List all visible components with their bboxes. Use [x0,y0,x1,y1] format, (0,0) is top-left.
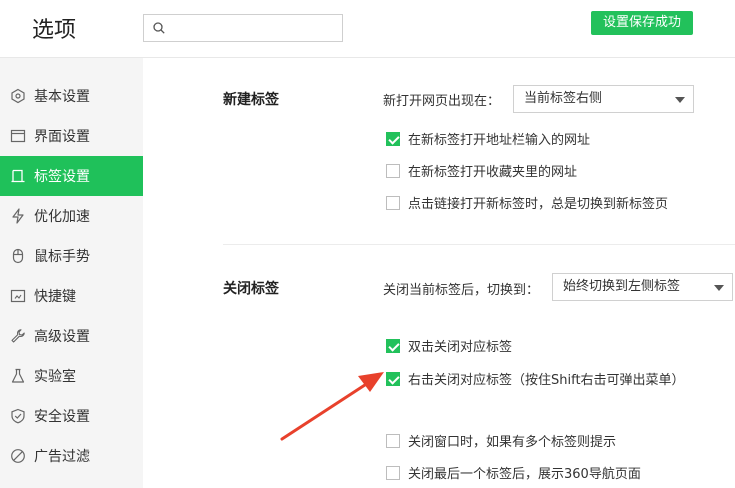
option-show-360-nav[interactable]: 关闭最后一个标签后，展示360导航页面 [386,463,641,482]
chevron-down-icon [714,285,724,291]
checkbox[interactable] [386,433,400,448]
section-title-new-tab: 新建标签 [223,92,279,108]
option-label: 双击关闭对应标签 [408,340,513,355]
checkbox[interactable] [386,163,400,178]
checkbox[interactable] [386,465,400,480]
sidebar-item-label: 优化加速 [34,209,90,225]
checkbox-checked[interactable] [386,338,400,353]
checkbox[interactable] [386,195,400,210]
sidebar-item-security[interactable]: 安全设置 [0,396,143,436]
header-bar: 选项 设置保存成功 [0,0,735,58]
shield-icon [0,408,34,424]
sidebar-item-label: 安全设置 [34,409,90,425]
lightning-icon [0,208,34,224]
sidebar-item-interface[interactable]: 界面设置 [0,116,143,156]
keyboard-icon [0,288,34,304]
option-label: 右击关闭对应标签（按住Shift右击可弹出菜单） [408,373,685,388]
page-title: 选项 [32,18,77,43]
sidebar-item-lab[interactable]: 实验室 [0,356,143,396]
window-icon [0,128,34,144]
sidebar-item-label: 标签设置 [34,169,90,185]
sidebar-item-ad-filter[interactable]: 广告过滤 [0,436,143,476]
tab-icon [0,168,34,184]
sidebar-item-label: 界面设置 [34,129,90,145]
chevron-down-icon [675,97,685,103]
sidebar-item-label: 广告过滤 [34,449,90,465]
settings-panel: 新建标签 新打开网页出现在： 当前标签右侧 在新标签打开地址栏输入的网址 在新标… [143,58,735,488]
search-icon [153,22,165,34]
search-input[interactable] [143,14,343,42]
option-label: 关闭最后一个标签后，展示360导航页面 [408,467,641,482]
sidebar-item-label: 基本设置 [34,89,90,105]
save-status-badge: 设置保存成功 [591,11,693,35]
block-icon [0,448,34,464]
after-close-label: 关闭当前标签后，切换到： [383,283,540,298]
mouse-icon [0,248,34,264]
option-label: 在新标签打开收藏夹里的网址 [408,165,578,180]
sidebar-item-label: 高级设置 [34,329,90,345]
option-open-favorites-new-tab[interactable]: 在新标签打开收藏夹里的网址 [386,161,577,180]
sidebar-item-basic[interactable]: 基本设置 [0,76,143,116]
sidebar-item-mouse-gesture[interactable]: 鼠标手势 [0,236,143,276]
sidebar-item-tabs[interactable]: 标签设置 [0,156,143,196]
option-right-click-close[interactable]: 右击关闭对应标签（按住Shift右击可弹出菜单） [386,369,685,388]
option-warn-multiple-tabs[interactable]: 关闭窗口时，如果有多个标签则提示 [386,431,616,450]
sidebar-item-advanced[interactable]: 高级设置 [0,316,143,356]
option-label: 点击链接打开新标签时，总是切换到新标签页 [408,197,669,212]
option-label: 关闭窗口时，如果有多个标签则提示 [408,435,617,450]
section-title-close-tab: 关闭标签 [223,281,279,297]
hexagon-icon [0,88,34,104]
select-value: 当前标签右侧 [524,91,603,106]
sidebar-item-label: 快捷键 [34,289,76,305]
sidebar-item-label: 实验室 [34,369,76,385]
sidebar-item-shortcuts[interactable]: 快捷键 [0,276,143,316]
wrench-icon [0,328,34,344]
sidebar: 基本设置 界面设置 标签设置 优化加速 鼠标手势 快捷键 高级设置 实验室 安全… [0,58,143,488]
checkbox-checked[interactable] [386,131,400,146]
flask-icon [0,368,34,384]
option-open-addressbar-new-tab[interactable]: 在新标签打开地址栏输入的网址 [386,129,590,148]
checkbox-checked[interactable] [386,371,400,386]
section-divider [223,244,735,245]
sidebar-item-label: 鼠标手势 [34,249,90,265]
sidebar-item-optimize[interactable]: 优化加速 [0,196,143,236]
open-position-select[interactable]: 当前标签右侧 [513,85,694,113]
option-double-click-close[interactable]: 双击关闭对应标签 [386,336,512,355]
open-position-label: 新打开网页出现在： [383,94,501,109]
option-switch-to-new-tab[interactable]: 点击链接打开新标签时，总是切换到新标签页 [386,193,668,212]
select-value: 始终切换到左侧标签 [563,279,681,294]
option-label: 在新标签打开地址栏输入的网址 [408,133,591,148]
after-close-select[interactable]: 始终切换到左侧标签 [552,273,733,301]
